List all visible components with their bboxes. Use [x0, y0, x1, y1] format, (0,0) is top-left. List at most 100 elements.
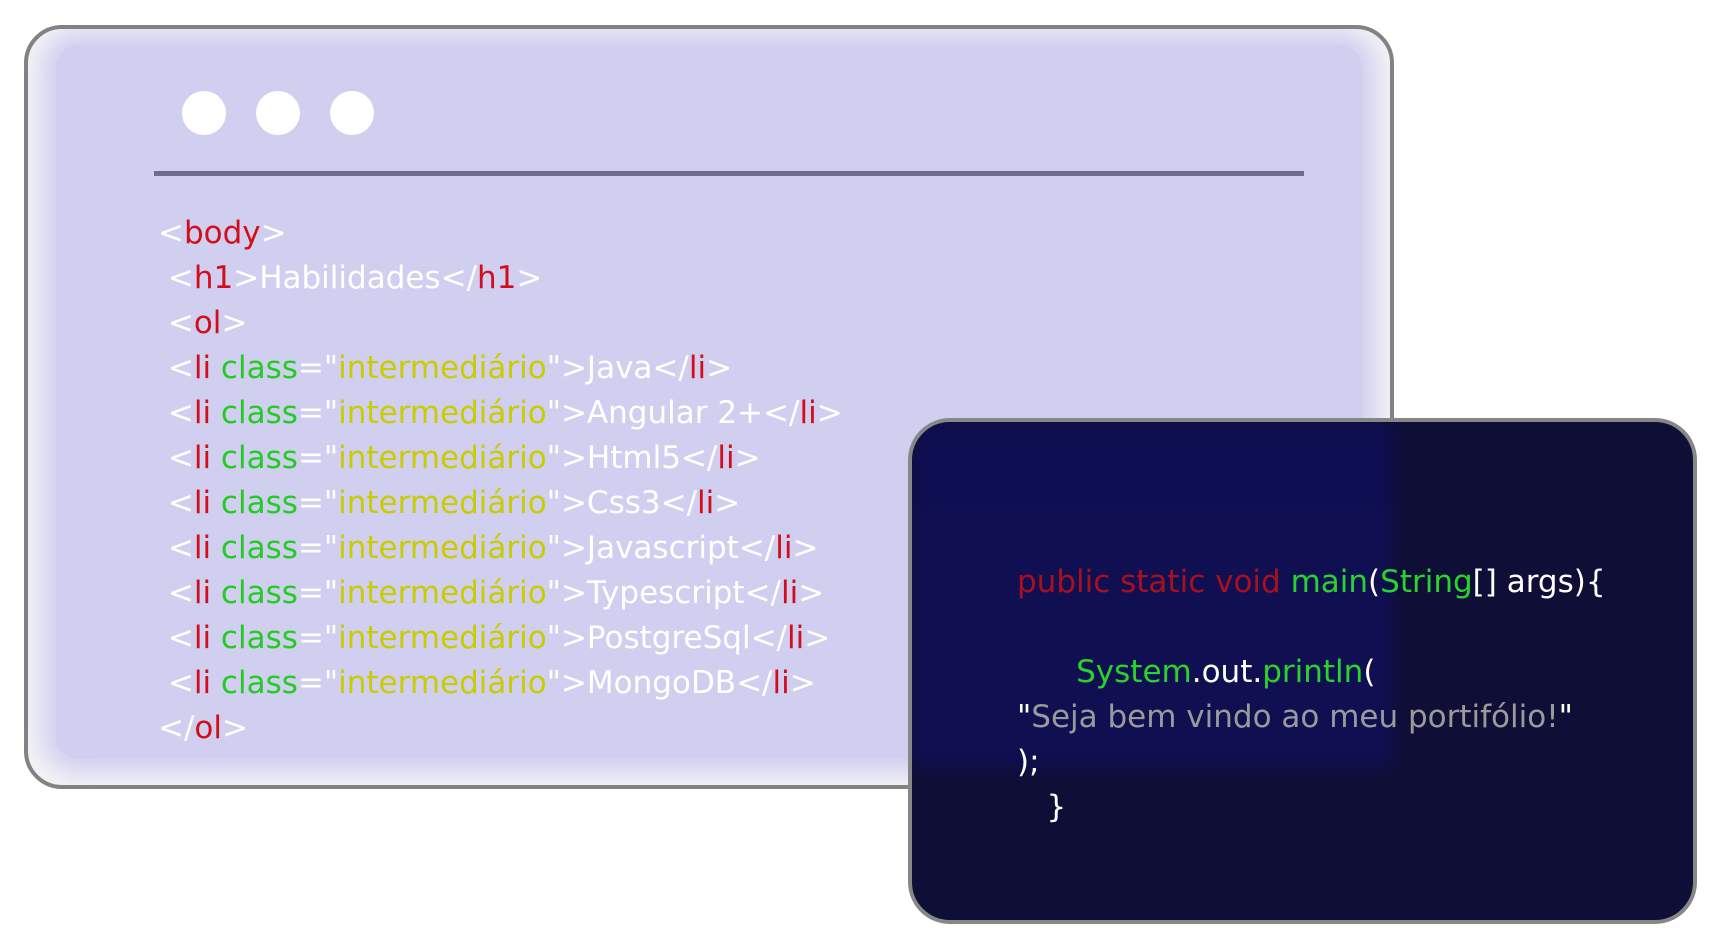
code-token: class	[211, 575, 298, 611]
code-token: main	[1290, 564, 1369, 600]
code-token: li	[193, 440, 212, 476]
code-token: ">PostgreSql</	[546, 620, 787, 656]
code-token: <	[158, 620, 194, 656]
window-dot-1[interactable]	[182, 91, 226, 135]
code-token: ">MongoDB</	[546, 665, 773, 701]
code-token: System	[1076, 654, 1192, 690]
code-token: ol	[194, 710, 223, 746]
code-token: >	[260, 215, 287, 251]
java-code-line: public static void main(String[] args){	[1017, 560, 1606, 605]
code-token: li	[193, 665, 212, 701]
code-token: h1	[477, 260, 517, 296]
html-code-line: <li class="intermediário">PostgreSql</li…	[158, 616, 843, 661]
code-token: }	[1017, 789, 1067, 825]
window-dot-2[interactable]	[256, 91, 300, 135]
code-token: intermediário	[338, 665, 547, 701]
code-token: ="	[297, 395, 339, 431]
code-token: li	[775, 530, 793, 566]
code-token: intermediário	[338, 530, 547, 566]
code-token: ol	[193, 305, 222, 341]
code-token: <	[158, 485, 194, 521]
code-token: li	[193, 575, 212, 611]
code-token: intermediário	[338, 620, 547, 656]
java-editor-window: public static void main(String[] args){ …	[908, 418, 1697, 924]
code-token: class	[211, 620, 298, 656]
code-token: <	[158, 260, 194, 296]
code-token: ="	[297, 440, 339, 476]
code-token: li	[193, 485, 212, 521]
code-token: public static void	[1017, 564, 1291, 600]
code-token: ">Typescript</	[546, 575, 781, 611]
code-token: println	[1262, 654, 1364, 690]
window-dot-3[interactable]	[330, 91, 374, 135]
code-token: >	[221, 305, 248, 341]
code-token: class	[211, 350, 298, 386]
html-code-line: <li class="intermediário">Css3</li>	[158, 481, 843, 526]
html-code-line: <h1>Habilidades</h1>	[158, 256, 843, 301]
code-token: body	[183, 215, 261, 251]
code-token: ="	[297, 350, 339, 386]
code-token: intermediário	[338, 575, 547, 611]
code-token: ="	[297, 485, 339, 521]
java-code-line: "Seja bem vindo ao meu portifólio!"	[1017, 695, 1606, 740]
code-token: >	[516, 260, 543, 296]
code-token: >	[792, 530, 819, 566]
code-token: >	[706, 350, 733, 386]
code-token: >	[804, 620, 831, 656]
code-token: Seja bem vindo ao meu portifólio!	[1031, 699, 1559, 735]
code-token: class	[211, 665, 298, 701]
code-token: .out.	[1191, 654, 1263, 690]
html-code-line: <li class="intermediário">MongoDB</li>	[158, 661, 843, 706]
html-code-line: <li class="intermediário">Javascript</li…	[158, 526, 843, 571]
java-code-line: }	[1017, 785, 1606, 830]
code-token: "	[1558, 699, 1573, 735]
code-token: <	[158, 530, 194, 566]
code-token: li	[780, 575, 799, 611]
code-token: String	[1380, 564, 1473, 600]
code-token: "	[1017, 699, 1032, 735]
code-token: ="	[297, 665, 339, 701]
html-code-line: <body>	[158, 211, 843, 256]
code-token: ">Html5</	[546, 440, 718, 476]
code-token: li	[193, 350, 212, 386]
code-token: ">Css3</	[546, 485, 698, 521]
code-token: <	[158, 305, 194, 341]
html-code-line: <li class="intermediário">Angular 2+</li…	[158, 391, 843, 436]
code-token: ="	[297, 620, 339, 656]
code-token: (	[1363, 654, 1376, 690]
code-token: class	[211, 530, 298, 566]
java-code-line	[1017, 605, 1606, 650]
java-code-line: System.out.println(	[1017, 650, 1606, 695]
code-token: intermediário	[338, 485, 547, 521]
code-token: intermediário	[338, 440, 547, 476]
code-token: (	[1368, 564, 1381, 600]
code-token: <	[158, 575, 194, 611]
title-bar-divider	[154, 171, 1304, 176]
code-token: >	[789, 665, 816, 701]
code-token: >	[798, 575, 825, 611]
code-token: ">Angular 2+</	[546, 395, 800, 431]
code-token: );	[1017, 744, 1040, 780]
java-code-line: );	[1017, 740, 1606, 785]
code-token: ="	[297, 530, 339, 566]
code-token: <	[158, 440, 194, 476]
code-token: >	[222, 710, 248, 746]
code-token: >Habilidades</	[233, 260, 478, 296]
code-token: ="	[297, 575, 339, 611]
html-code-line: <li class="intermediário">Html5</li>	[158, 436, 843, 481]
html-code-line: <li class="intermediário">Java</li>	[158, 346, 843, 391]
code-token: >	[816, 395, 843, 431]
code-token: >	[714, 485, 741, 521]
code-token: <	[158, 665, 194, 701]
code-token: class	[211, 485, 298, 521]
code-token: </	[158, 710, 195, 746]
code-token: h1	[193, 260, 234, 296]
code-token: li	[193, 395, 212, 431]
code-token: li	[772, 665, 790, 701]
code-token: li	[193, 620, 212, 656]
code-token: li	[717, 440, 735, 476]
html-code-block: <body> <h1>Habilidades</h1> <ol> <li cla…	[158, 211, 843, 751]
code-token: intermediário	[338, 395, 547, 431]
html-code-line: </ol>	[158, 706, 843, 751]
